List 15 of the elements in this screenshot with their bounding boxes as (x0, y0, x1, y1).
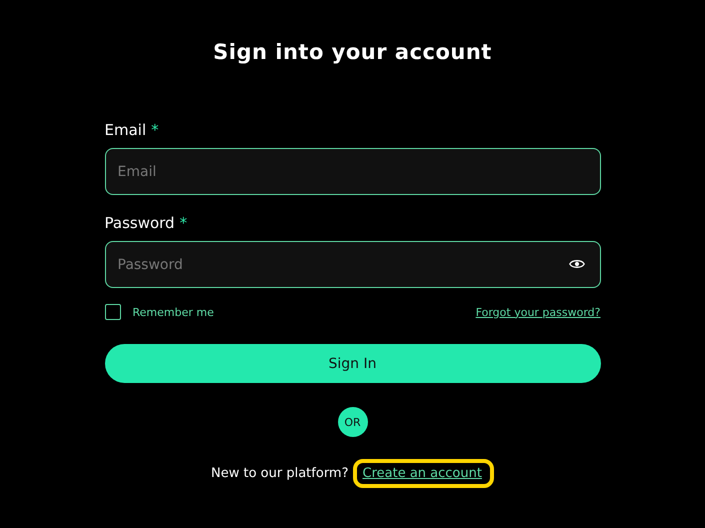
required-mark: * (180, 213, 188, 233)
required-mark: * (151, 120, 159, 140)
field-label: Email (104, 120, 146, 140)
password-field[interactable]: Password (104, 241, 600, 288)
checkbox[interactable] (104, 304, 120, 320)
or-badge: OR (338, 407, 368, 437)
signup-prompt: New to our platform? (211, 466, 348, 481)
field-label: Password (104, 213, 175, 233)
forgot-password-link[interactable]: Forgot your password? (476, 306, 600, 318)
sign-in-button[interactable]: Sign In (104, 344, 600, 383)
eye-icon[interactable] (568, 258, 584, 270)
create-account-link[interactable]: Create an account (362, 466, 482, 481)
page-title: Sign into your account (213, 39, 492, 66)
email-field[interactable]: Email (104, 148, 600, 195)
checkbox-label: Remember me (132, 306, 214, 318)
